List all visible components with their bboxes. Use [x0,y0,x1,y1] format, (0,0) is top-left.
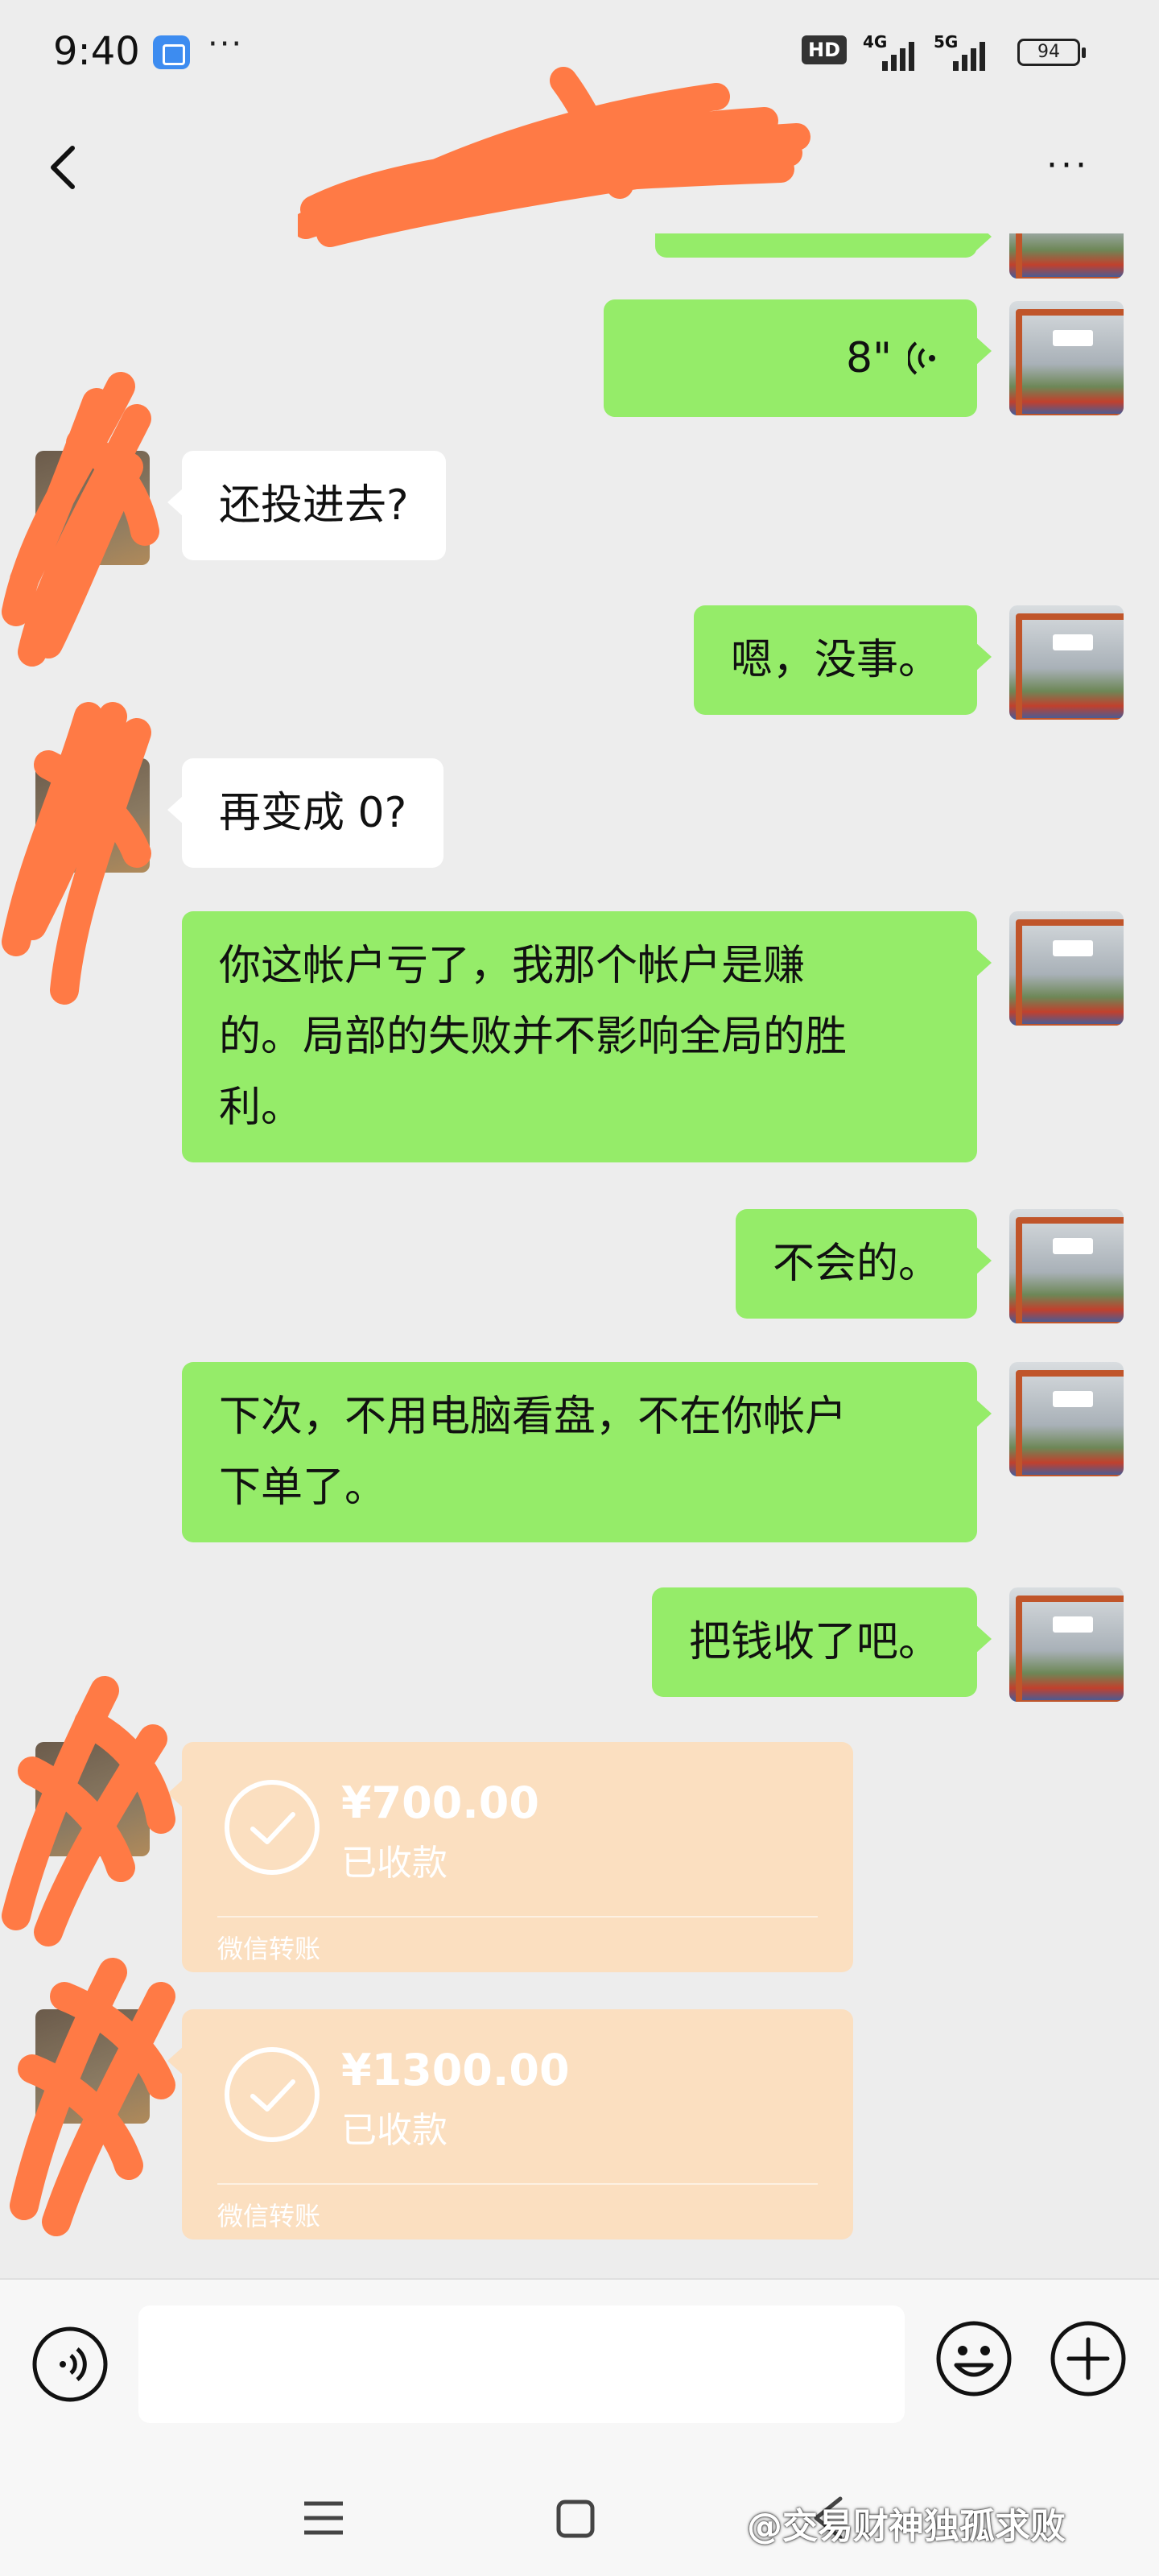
self-avatar[interactable] [1009,301,1124,415]
incoming-message-bubble[interactable]: 还投进去? [167,451,446,560]
recent-apps-menu-icon[interactable] [303,2499,344,2537]
self-avatar[interactable] [1009,233,1124,279]
contact-avatar[interactable] [35,758,150,873]
transfer-status: 已收款 [341,2110,448,2151]
divider [217,1916,818,1918]
message-text-line: 你这帐户亏了，我那个帐户是赚 [219,942,806,990]
signal-4g-icon: 4G [863,32,935,71]
voice-message-bubble[interactable]: 8" [604,299,992,417]
message-bubble-cut-off[interactable] [655,233,992,258]
plus-more-icon[interactable] [1048,2318,1128,2399]
status-time: 9:40 [53,29,140,74]
battery-level: 94 [1037,42,1060,62]
self-avatar[interactable] [1009,1209,1124,1323]
outgoing-message-bubble[interactable]: 嗯，没事。 [693,605,992,715]
self-avatar[interactable] [1009,605,1124,720]
self-avatar[interactable] [1009,1587,1124,1702]
more-options-icon[interactable]: ··· [1046,145,1111,193]
notification-app-icon [153,35,190,69]
received-check-icon [225,1780,320,1875]
message-text: 不会的。 [772,1240,940,1288]
transfer-card[interactable]: ¥1300.00 已收款 微信转账 [167,2009,853,2240]
signal-5g-icon: 5G [934,32,1006,71]
chat-header: ··· [0,105,1159,233]
message-text: 嗯，没事。 [730,636,940,684]
voice-input-toggle-icon[interactable] [31,2325,109,2404]
voice-wave-icon [908,341,935,375]
self-avatar[interactable] [1009,1362,1124,1476]
transfer-label: 微信转账 [217,1934,321,1964]
divider [217,2183,818,2185]
message-text: 还投进去? [219,481,409,530]
message-text: 把钱收了吧。 [688,1618,940,1666]
home-square-icon[interactable] [555,2499,596,2539]
system-navigation-bar: @交易财神独孤求败 [0,2439,1159,2576]
message-text-line: 下单了。 [219,1463,387,1512]
hd-voice-badge: HD [802,35,848,64]
message-text-input[interactable] [138,2306,905,2423]
message-text: 再变成 0? [219,789,407,837]
message-text-line: 下次，不用电脑看盘，不在你帐户 [219,1393,848,1441]
message-text-line: 的。局部的失败并不影响全局的胜 [219,1013,848,1061]
self-avatar[interactable] [1009,911,1124,1026]
transfer-status: 已收款 [341,1843,448,1884]
chat-title [306,137,821,209]
message-text-line: 利。 [219,1084,303,1132]
battery-icon: 94 [1017,39,1086,66]
message-input-bar [0,2278,1159,2439]
emoji-icon[interactable] [934,2318,1014,2399]
transfer-card[interactable]: ¥700.00 已收款 微信转账 [167,1742,853,1972]
contact-avatar[interactable] [35,451,150,565]
status-bar: 9:40 ··· HD 4G 5G 94 [0,0,1159,105]
contact-avatar[interactable] [35,2009,150,2124]
outgoing-message-bubble[interactable]: 不会的。 [735,1209,992,1319]
outgoing-message-bubble[interactable]: 下次，不用电脑看盘，不在你帐户 下单了。 [182,1362,992,1542]
chat-message-list[interactable]: 8" 还投进去? 嗯，没事。 再变成 0? 你这帐户亏了，我那个帐户是赚 的。局… [0,233,1159,2270]
transfer-amount: ¥1300.00 [341,2045,570,2095]
transfer-amount: ¥700.00 [341,1777,539,1828]
outgoing-message-bubble[interactable]: 你这帐户亏了，我那个帐户是赚 的。局部的失败并不影响全局的胜 利。 [182,911,992,1162]
outgoing-message-bubble[interactable]: 把钱收了吧。 [651,1587,992,1697]
transfer-label: 微信转账 [217,2201,321,2231]
status-more-notifications: ··· [208,26,244,63]
received-check-icon [225,2047,320,2142]
back-arrow-icon[interactable] [45,142,85,193]
contact-avatar[interactable] [35,1742,150,1856]
voice-duration: 8" [845,334,892,382]
incoming-message-bubble[interactable]: 再变成 0? [167,758,444,868]
watermark-text: @交易财神独孤求败 [747,2506,1066,2547]
